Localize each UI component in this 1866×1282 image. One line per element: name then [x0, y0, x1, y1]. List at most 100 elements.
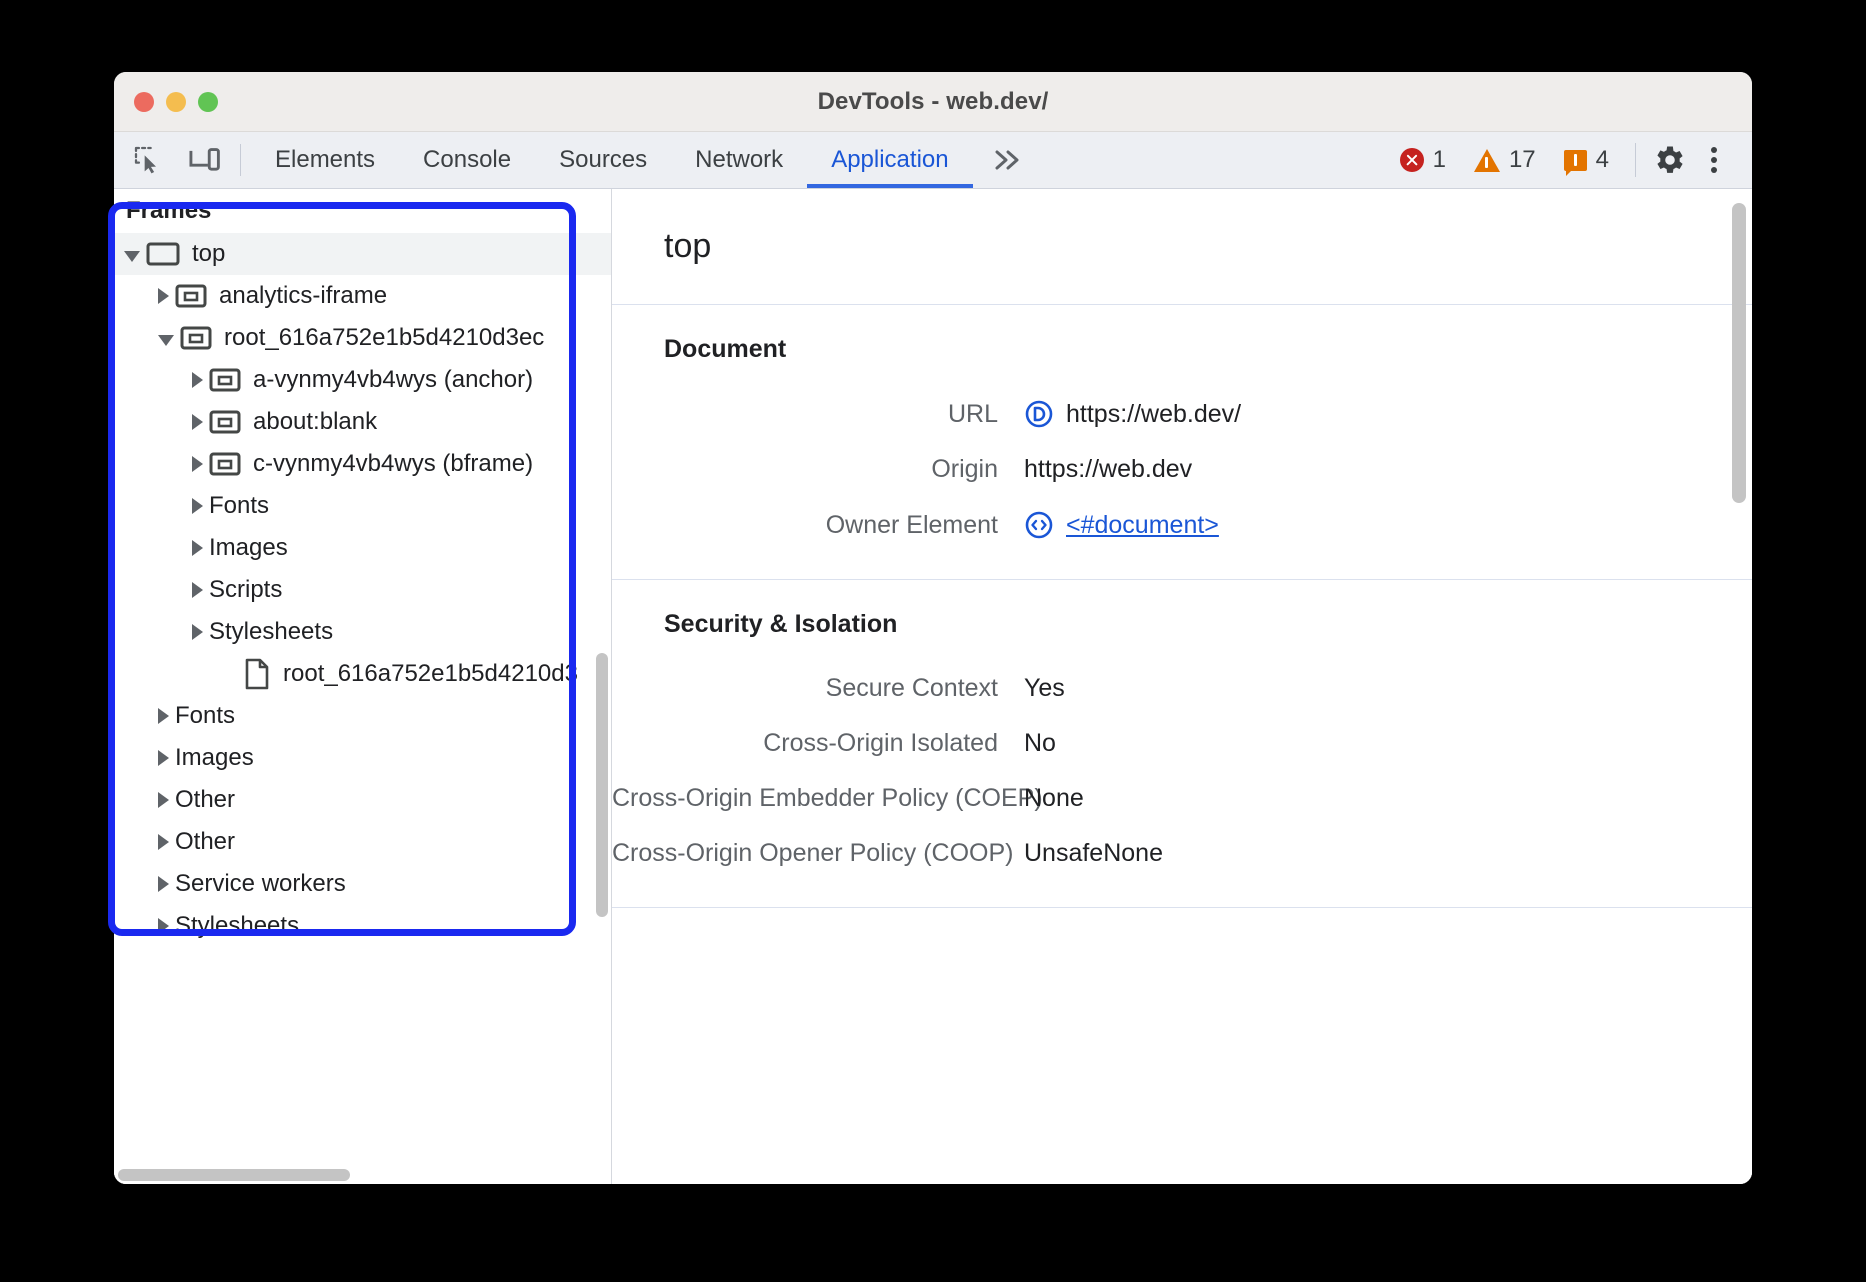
frames-tree-row-label: Stylesheets — [209, 618, 333, 646]
frames-tree-row-label: Images — [175, 744, 254, 772]
tab-network[interactable]: Network — [671, 132, 807, 188]
detail-row: Cross-Origin Embedder Policy (COEP)None — [612, 771, 1752, 826]
iframe-icon — [209, 409, 241, 435]
iframe-icon — [180, 325, 212, 351]
section-title: Security & Isolation — [612, 610, 1752, 639]
twisty-collapsed-icon[interactable] — [192, 582, 203, 598]
code-element-icon-wrapper — [1024, 510, 1054, 540]
frames-tree-row-label: c-vynmy4vb4wys (bframe) — [253, 450, 533, 478]
detail-row-link[interactable]: <#document> — [1066, 511, 1219, 540]
frames-tree-row-label: root_616a752e1b5d4210d3ec — [224, 324, 544, 352]
detail-row-text: https://web.dev/ — [1066, 400, 1241, 429]
frame-details-vertical-scrollbar[interactable] — [1732, 203, 1746, 503]
twisty-collapsed-icon[interactable] — [192, 624, 203, 640]
frames-tree-row[interactable]: Images — [114, 737, 611, 779]
warning-count-label: 17 — [1509, 146, 1536, 174]
frames-tree-row[interactable]: Scripts — [114, 569, 611, 611]
frames-tree-horizontal-scrollbar[interactable] — [118, 1169, 350, 1181]
more-tabs-button[interactable] — [973, 132, 1043, 188]
twisty-collapsed-icon[interactable] — [192, 540, 203, 556]
iframe-icon-wrapper — [209, 451, 241, 477]
frames-tree-row-label: Fonts — [209, 492, 269, 520]
warning-count-button[interactable]: 17 — [1462, 146, 1548, 174]
tab-sources[interactable]: Sources — [535, 132, 671, 188]
frames-tree-row[interactable]: Other — [114, 821, 611, 863]
frames-tree-row-label: Images — [209, 534, 288, 562]
detail-row-key: Cross-Origin Opener Policy (COOP) — [612, 839, 1024, 868]
device-toolbar-button[interactable] — [184, 140, 224, 180]
twisty-collapsed-icon[interactable] — [158, 288, 169, 304]
frames-tree-row-label: Other — [175, 786, 235, 814]
frames-tree-row[interactable]: root_616a752e1b5d4210d3 — [114, 653, 611, 695]
detail-row-text: https://web.dev — [1024, 455, 1192, 484]
frames-tree-row[interactable]: c-vynmy4vb4wys (bframe) — [114, 443, 611, 485]
minimize-button[interactable] — [166, 92, 186, 112]
detail-row-text: No — [1024, 729, 1056, 758]
issue-count-button[interactable]: 4 — [1552, 146, 1621, 174]
frames-tree-row[interactable]: root_616a752e1b5d4210d3ec — [114, 317, 611, 359]
frame-details-panel: topDocumentURLhttps://web.dev/Originhttp… — [612, 189, 1752, 1184]
frame-top-icon — [146, 241, 180, 267]
detail-row: Secure ContextYes — [612, 661, 1752, 716]
twisty-expanded-icon[interactable] — [124, 251, 140, 262]
frames-tree-row-label: Service workers — [175, 870, 346, 898]
twisty-collapsed-icon[interactable] — [158, 876, 169, 892]
detail-row: URL https://web.dev/ — [612, 386, 1752, 442]
twisty-collapsed-icon[interactable] — [158, 708, 169, 724]
detail-row-key: URL — [612, 400, 1024, 429]
frames-tree-row-label: Scripts — [209, 576, 282, 604]
traffic-light-buttons — [114, 92, 218, 112]
twisty-collapsed-icon[interactable] — [158, 918, 169, 934]
tab-console[interactable]: Console — [399, 132, 535, 188]
frames-tree-row[interactable]: Stylesheets — [114, 611, 611, 653]
iframe-icon-wrapper — [209, 409, 241, 435]
tab-elements[interactable]: Elements — [251, 132, 399, 188]
frames-tree-row[interactable]: about:blank — [114, 401, 611, 443]
twisty-collapsed-icon[interactable] — [192, 456, 203, 472]
twisty-collapsed-icon[interactable] — [192, 498, 203, 514]
detail-row-key: Secure Context — [612, 674, 1024, 703]
three-dot-menu-icon — [1700, 142, 1728, 178]
gear-icon — [1652, 142, 1688, 178]
frames-tree-row[interactable]: Service workers — [114, 863, 611, 905]
twisty-collapsed-icon[interactable] — [192, 372, 203, 388]
inspect-element-icon — [132, 144, 164, 176]
detail-row-value[interactable]: <#document> — [1024, 510, 1219, 540]
frames-tree-row[interactable]: Images — [114, 527, 611, 569]
twisty-collapsed-icon[interactable] — [192, 414, 203, 430]
twisty-collapsed-icon[interactable] — [158, 792, 169, 808]
issue-icon — [1564, 150, 1587, 171]
frames-tree-row[interactable]: Fonts — [114, 695, 611, 737]
error-count-button[interactable]: 1 — [1388, 146, 1458, 174]
frames-tree[interactable]: topanalytics-iframe root_616a752e1b5d4210… — [114, 233, 611, 1166]
close-button[interactable] — [134, 92, 154, 112]
twisty-collapsed-icon[interactable] — [158, 834, 169, 850]
settings-button[interactable] — [1650, 140, 1690, 180]
frames-tree-row-label: a-vynmy4vb4wys (anchor) — [253, 366, 533, 394]
twisty-collapsed-icon[interactable] — [158, 750, 169, 766]
frames-tree-row[interactable]: Stylesheets — [114, 905, 611, 947]
devtools-toolbar: Elements Console Sources Network Applica… — [114, 132, 1752, 189]
frames-tree-row[interactable]: a-vynmy4vb4wys (anchor) — [114, 359, 611, 401]
frames-tree-row-label: root_616a752e1b5d4210d3 — [283, 660, 578, 688]
main-menu-button[interactable] — [1694, 140, 1734, 180]
frames-tree-wrapper: topanalytics-iframe root_616a752e1b5d4210… — [114, 233, 611, 1184]
frame-top-icon-wrapper — [146, 241, 180, 267]
detail-row-text: UnsafeNone — [1024, 839, 1163, 868]
inspect-element-button[interactable] — [128, 140, 168, 180]
tab-application[interactable]: Application — [807, 132, 972, 188]
frames-tree-row[interactable]: Other — [114, 779, 611, 821]
twisty-expanded-icon[interactable] — [158, 335, 174, 346]
frames-tree-row[interactable]: top — [114, 233, 611, 275]
toolbar-right-icons: 1 17 4 — [1388, 132, 1752, 188]
frame-details-section: Security & Isolation Secure ContextYes Cro… — [612, 580, 1752, 908]
frame-details-title: top — [612, 189, 1752, 305]
error-icon — [1400, 148, 1424, 172]
frames-tree-row[interactable]: analytics-iframe — [114, 275, 611, 317]
frames-tree-vertical-scrollbar[interactable] — [596, 653, 608, 917]
frames-tree-row[interactable]: Fonts — [114, 485, 611, 527]
frames-tree-row-label: about:blank — [253, 408, 377, 436]
zoom-button[interactable] — [198, 92, 218, 112]
frame-document-icon — [1024, 399, 1054, 429]
iframe-icon — [209, 451, 241, 477]
